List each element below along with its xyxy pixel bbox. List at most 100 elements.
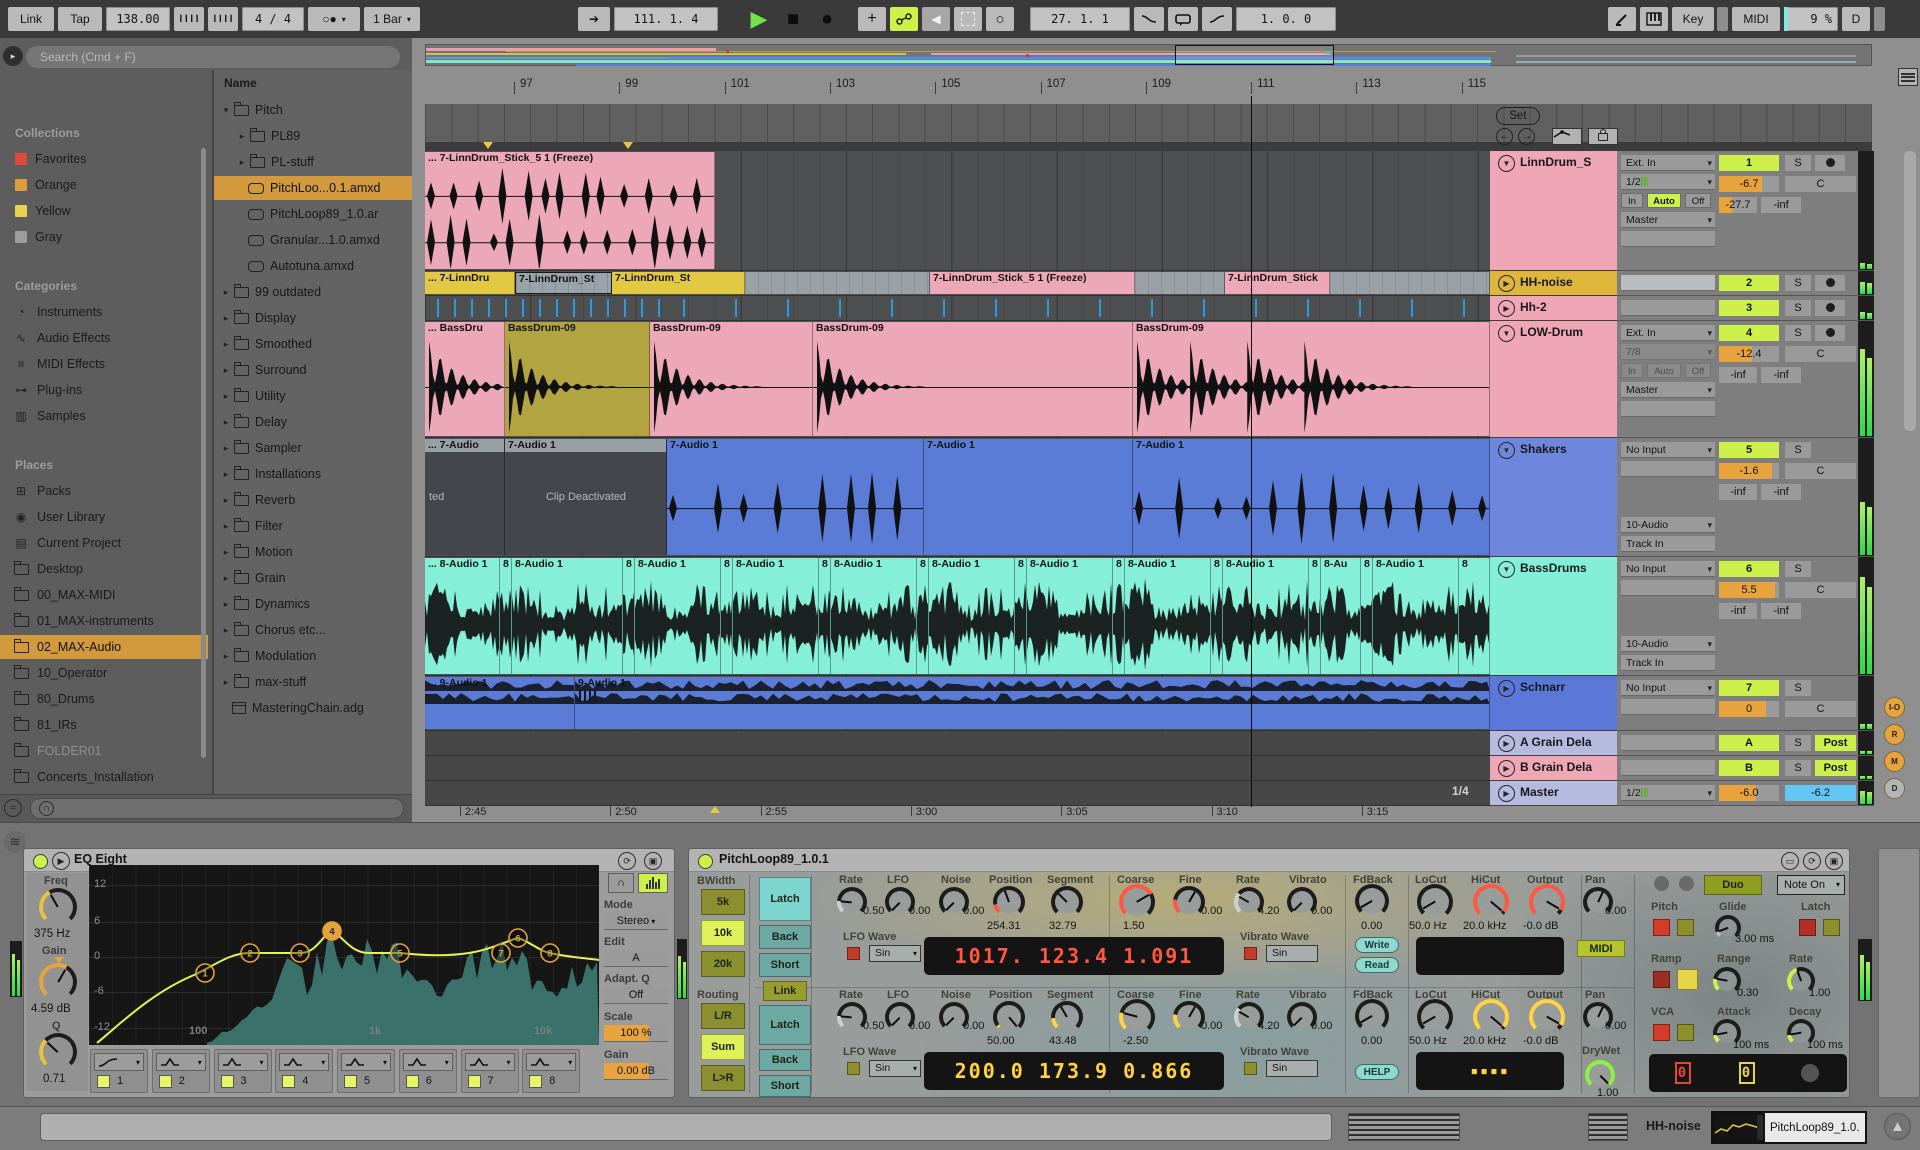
tree-arrow-icon[interactable]: ▸ bbox=[220, 521, 232, 532]
mixer-section-badge-r[interactable]: R bbox=[1884, 724, 1905, 745]
track-number[interactable]: 7 bbox=[1719, 680, 1779, 696]
clip[interactable]: 8-Audio 1 bbox=[733, 558, 819, 674]
output-gain-field[interactable]: 0.00 dB bbox=[604, 1063, 668, 1080]
vca-swatch-2[interactable] bbox=[1677, 1024, 1694, 1041]
latch-mod-swatch-2[interactable] bbox=[1823, 919, 1840, 936]
file-row[interactable]: ▸ Delay bbox=[214, 410, 412, 434]
monitor-auto[interactable]: Auto bbox=[1647, 193, 1681, 208]
file-row[interactable]: Autotuna.amxd bbox=[214, 254, 412, 278]
loop-length-display[interactable]: 1. 0. 0 bbox=[1236, 7, 1336, 31]
monitor-switch[interactable]: In Auto Off bbox=[1621, 363, 1715, 378]
preview-strip[interactable]: ∩ bbox=[30, 798, 404, 819]
sidebar-item-orange[interactable]: Orange bbox=[0, 173, 208, 197]
track-fold-icon[interactable]: ▼ bbox=[1498, 442, 1515, 459]
file-row[interactable]: ▸ Dynamics bbox=[214, 592, 412, 616]
solo-button[interactable]: S bbox=[1785, 735, 1811, 751]
clip[interactable]: 8 bbox=[623, 558, 635, 674]
clip[interactable]: 8-Audio 1 bbox=[1373, 558, 1459, 674]
sidebar-item-instruments[interactable]: ◔ Instruments bbox=[0, 300, 208, 324]
track-number[interactable]: 1 bbox=[1719, 155, 1779, 171]
punch-in-button[interactable] bbox=[1134, 7, 1164, 31]
io-routing-select[interactable]: Ext. In bbox=[1621, 155, 1715, 171]
device-drop-area[interactable] bbox=[1878, 848, 1920, 1098]
save-preset-icon[interactable]: ▣ bbox=[644, 852, 662, 870]
mixer-section-badge-d[interactable]: D bbox=[1884, 778, 1905, 799]
set-locator-button[interactable]: Set bbox=[1496, 107, 1540, 125]
ch1-latch-button[interactable]: Latch bbox=[759, 877, 811, 921]
ch1-output-knob[interactable] bbox=[1529, 884, 1565, 920]
back-to-arrangement-button[interactable]: ◀ bbox=[922, 7, 950, 31]
prev-locator-button[interactable]: ← bbox=[1496, 128, 1513, 145]
follow-button[interactable]: ➔ bbox=[578, 7, 610, 31]
monitor-off[interactable]: Off bbox=[1685, 193, 1711, 208]
tree-arrow-icon[interactable]: ▸ bbox=[220, 365, 232, 376]
device-activator-led[interactable] bbox=[33, 854, 48, 869]
file-row[interactable]: ▸ PL-stuff bbox=[214, 150, 412, 174]
sidebar-item-gray[interactable]: Gray bbox=[0, 225, 208, 249]
pitch-mod-swatch-2[interactable] bbox=[1677, 919, 1694, 936]
routing-sum[interactable]: Sum bbox=[701, 1034, 745, 1060]
file-row[interactable]: ▸ Surround bbox=[214, 358, 412, 382]
clip[interactable]: 8-Audio 1 bbox=[635, 558, 721, 674]
file-row[interactable]: ▸ Filter bbox=[214, 514, 412, 538]
punch-out-button[interactable] bbox=[1202, 7, 1232, 31]
clip[interactable]: 8-Au bbox=[1321, 558, 1361, 674]
file-row[interactable]: ▸ Sampler bbox=[214, 436, 412, 460]
tempo-display[interactable]: 138.00 bbox=[106, 7, 170, 31]
post-toggle[interactable]: Post bbox=[1815, 735, 1856, 751]
ch1-lfo-wave-swatch[interactable] bbox=[847, 947, 860, 960]
track-header-hh-2[interactable]: ▶ Hh-2 bbox=[1490, 296, 1617, 321]
track-lane-a-grain-dela[interactable] bbox=[425, 731, 1490, 756]
play-button[interactable]: ▶ bbox=[744, 6, 774, 31]
track-lane-master[interactable] bbox=[425, 781, 1490, 806]
volume-field[interactable]: -6.0 bbox=[1719, 785, 1779, 801]
monitor-auto[interactable]: Auto bbox=[1647, 363, 1681, 378]
clip[interactable] bbox=[1330, 272, 1490, 294]
draw-automation-button[interactable] bbox=[1608, 7, 1636, 31]
eq-band-8[interactable]: ▾ 8 bbox=[522, 1049, 581, 1093]
file-row[interactable]: ▸ 99 outdated bbox=[214, 280, 412, 304]
io-box[interactable]: Track In bbox=[1621, 655, 1715, 671]
adapt-q-button[interactable]: Off bbox=[604, 987, 668, 1004]
send-a-field[interactable]: -inf bbox=[1719, 603, 1757, 619]
overdub-button[interactable]: D bbox=[1842, 7, 1870, 31]
eq-curve-display[interactable]: 12 34567 8 bbox=[89, 865, 599, 1045]
band-activator-led[interactable] bbox=[467, 1075, 481, 1088]
sidebar-item-00-max-midi[interactable]: 00_MAX-MIDI bbox=[0, 583, 208, 607]
ch2-help-button[interactable]: HELP bbox=[1355, 1064, 1399, 1080]
track-header-low-drum[interactable]: ▼ LOW-Drum bbox=[1490, 321, 1617, 438]
io-box[interactable]: Track In bbox=[1621, 536, 1715, 552]
track-play-icon[interactable]: ▶ bbox=[1498, 760, 1515, 777]
file-row[interactable]: ▸ Chorus etc... bbox=[214, 618, 412, 642]
pan-field[interactable]: C bbox=[1785, 701, 1856, 717]
sidebar-item-audio-effects[interactable]: ∿ Audio Effects bbox=[0, 326, 208, 350]
volume-field[interactable]: 5.5 bbox=[1719, 582, 1779, 598]
add-locator-button[interactable]: + bbox=[858, 7, 886, 31]
quantization-menu[interactable]: 1 Bar ▾ bbox=[364, 7, 420, 31]
arrangement-vscrollbar[interactable] bbox=[1904, 151, 1916, 431]
loop-start-display[interactable]: 27. 1. 1 bbox=[1030, 7, 1130, 31]
clip[interactable]: 7-LinnDrum_St bbox=[515, 272, 612, 294]
file-row[interactable]: ▸ Grain bbox=[214, 566, 412, 590]
freq-knob[interactable] bbox=[39, 888, 77, 926]
pan-field[interactable]: C bbox=[1785, 582, 1856, 598]
band-filter-type-select[interactable]: ▾ bbox=[94, 1053, 144, 1071]
ch2-back-button[interactable]: Back bbox=[759, 1049, 811, 1071]
clip[interactable]: 8 bbox=[721, 558, 733, 674]
clip[interactable]: 8-Audio 1 bbox=[512, 558, 623, 674]
send-b-field[interactable]: -inf bbox=[1761, 484, 1801, 500]
band-filter-type-select[interactable]: ▾ bbox=[402, 1053, 453, 1071]
sidebar-scrollbar[interactable] bbox=[201, 148, 206, 758]
sidebar-item-current-project[interactable]: ▤ Current Project bbox=[0, 531, 208, 555]
arm-button[interactable] bbox=[1815, 155, 1845, 171]
monitor-in[interactable]: In bbox=[1621, 193, 1643, 208]
io-routing-select[interactable]: Master bbox=[1621, 382, 1715, 398]
sidebar-item-plug-ins[interactable]: ⊶ Plug-ins bbox=[0, 378, 208, 402]
clip[interactable] bbox=[745, 272, 930, 294]
clip[interactable]: 8-Audio 1 bbox=[1223, 558, 1309, 674]
ch1-write-button[interactable]: Write bbox=[1355, 937, 1399, 953]
tree-arrow-icon[interactable]: ▸ bbox=[220, 547, 232, 558]
send-a-field[interactable]: -27.7 bbox=[1719, 197, 1757, 213]
send-b-field[interactable]: -inf bbox=[1761, 197, 1801, 213]
drywet-knob[interactable] bbox=[1585, 1060, 1615, 1090]
